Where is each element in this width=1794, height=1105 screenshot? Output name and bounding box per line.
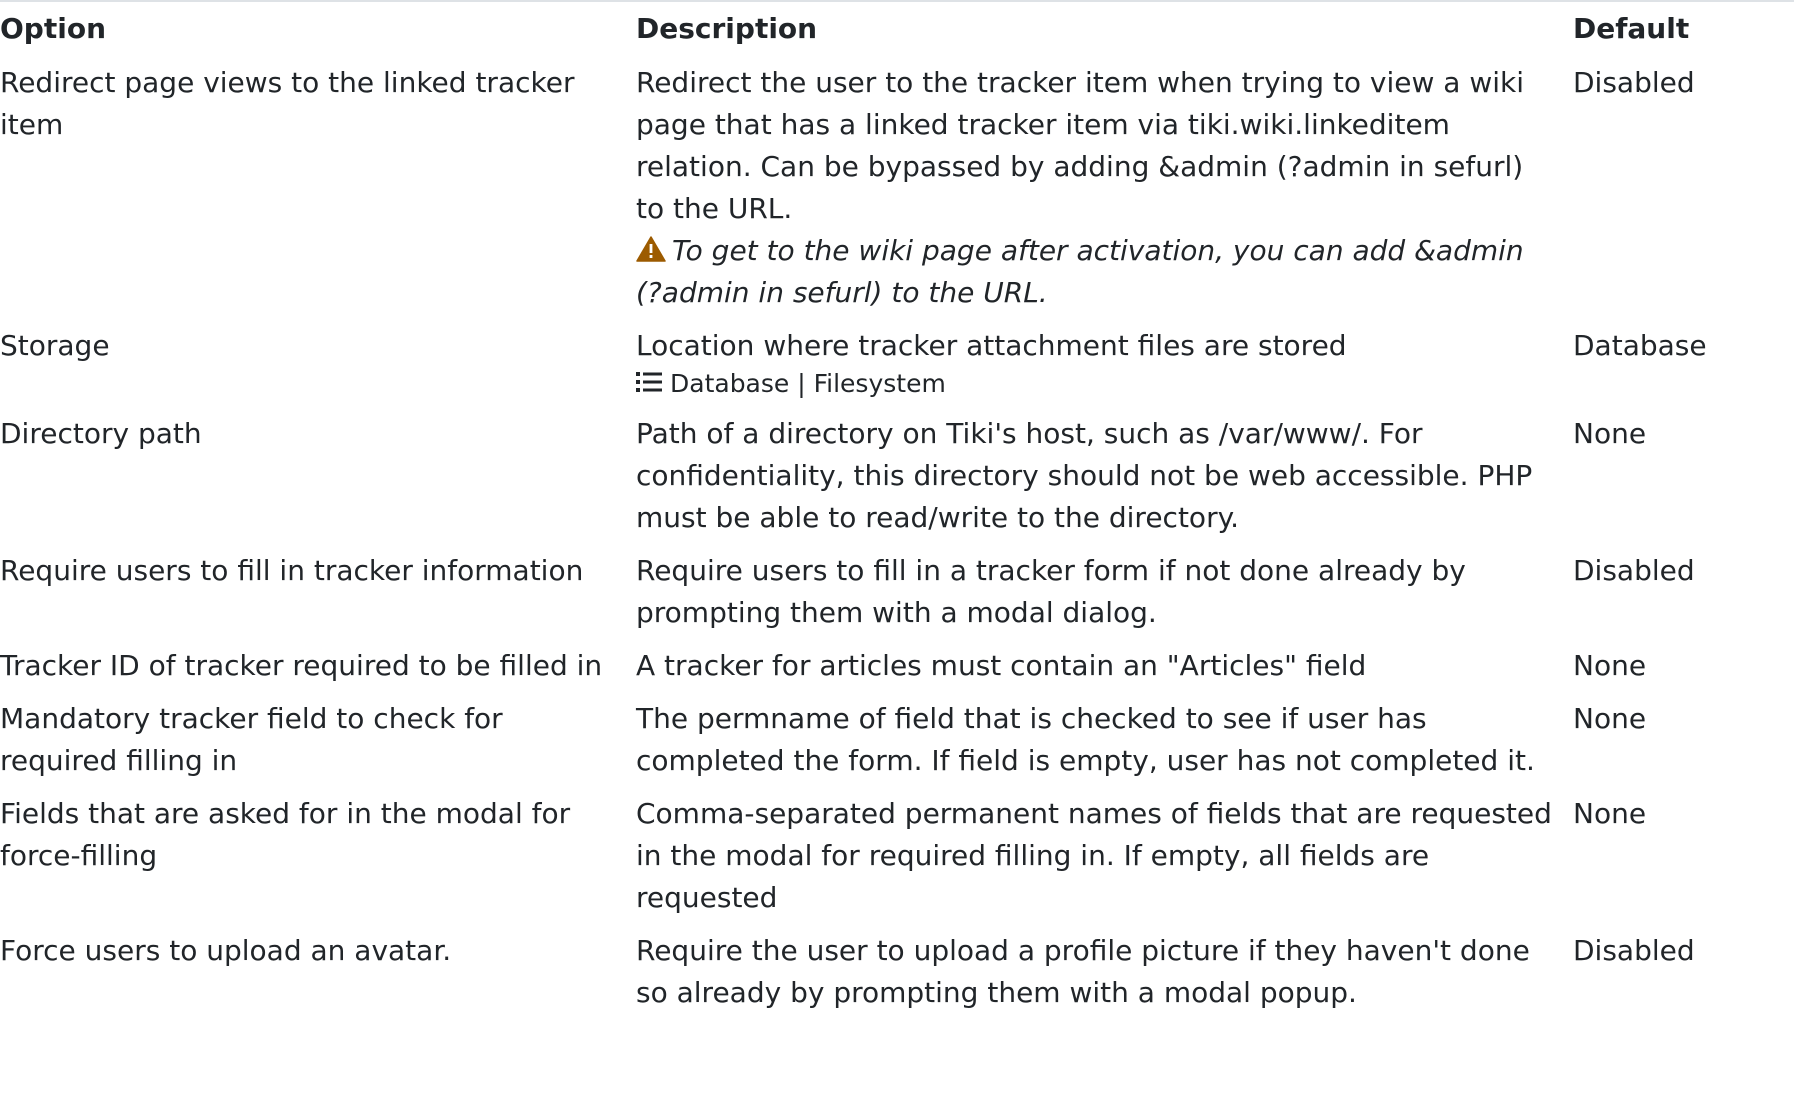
option-default: None: [1573, 702, 1647, 735]
column-header-option: Option: [0, 12, 106, 45]
option-default: Disabled: [1573, 66, 1695, 99]
preferences-table: Option Description Default Redirect page…: [0, 4, 1794, 1020]
option-description: The permname of field that is checked to…: [636, 702, 1535, 777]
option-description: A tracker for articles must contain an "…: [636, 649, 1367, 682]
option-name: Mandatory tracker field to check for req…: [0, 702, 503, 777]
table-row: Storage Location where tracker attachmen…: [0, 320, 1794, 408]
top-border: [0, 0, 1794, 2]
option-default: None: [1573, 417, 1647, 450]
option-name: Tracker ID of tracker required to be fil…: [0, 649, 603, 682]
option-values-text: Database | Filesystem: [670, 369, 946, 398]
option-name: Fields that are asked for in the modal f…: [0, 797, 571, 872]
warning-icon: [636, 236, 666, 262]
option-description: Location where tracker attachment files …: [636, 329, 1347, 362]
column-header-description: Description: [636, 12, 818, 45]
option-description: Require users to fill in a tracker form …: [636, 554, 1466, 629]
option-default: Disabled: [1573, 554, 1695, 587]
warning-note: To get to the wiki page after activation…: [636, 230, 1555, 314]
option-description: Comma-separated permanent names of field…: [636, 797, 1552, 914]
option-description: Redirect the user to the tracker item wh…: [636, 66, 1525, 225]
table-row: Directory path Path of a directory on Ti…: [0, 408, 1794, 545]
table-header-row: Option Description Default: [0, 4, 1794, 57]
table-row: Require users to fill in tracker informa…: [0, 545, 1794, 640]
table-row: Fields that are asked for in the modal f…: [0, 788, 1794, 925]
option-values: Database | Filesystem: [636, 366, 1555, 402]
table-row: Force users to upload an avatar. Require…: [0, 925, 1794, 1020]
option-name: Storage: [0, 329, 110, 362]
option-default: Database: [1573, 329, 1707, 362]
option-name: Directory path: [0, 417, 202, 450]
option-default: None: [1573, 797, 1647, 830]
option-description-cell: Redirect the user to the tracker item wh…: [627, 57, 1564, 320]
table-row: Tracker ID of tracker required to be fil…: [0, 640, 1794, 693]
option-name: Redirect page views to the linked tracke…: [0, 66, 575, 141]
warning-note-text: To get to the wiki page after activation…: [636, 234, 1524, 309]
option-name: Force users to upload an avatar.: [0, 934, 452, 967]
table-row: Mandatory tracker field to check for req…: [0, 693, 1794, 788]
list-icon: [636, 372, 662, 392]
option-name: Require users to fill in tracker informa…: [0, 554, 584, 587]
table-row: Redirect page views to the linked tracke…: [0, 57, 1794, 320]
option-default: Disabled: [1573, 934, 1695, 967]
option-description-cell: Location where tracker attachment files …: [627, 320, 1564, 408]
option-description: Path of a directory on Tiki's host, such…: [636, 417, 1533, 534]
option-default: None: [1573, 649, 1647, 682]
column-header-default: Default: [1573, 12, 1690, 45]
option-description: Require the user to upload a profile pic…: [636, 934, 1530, 1009]
